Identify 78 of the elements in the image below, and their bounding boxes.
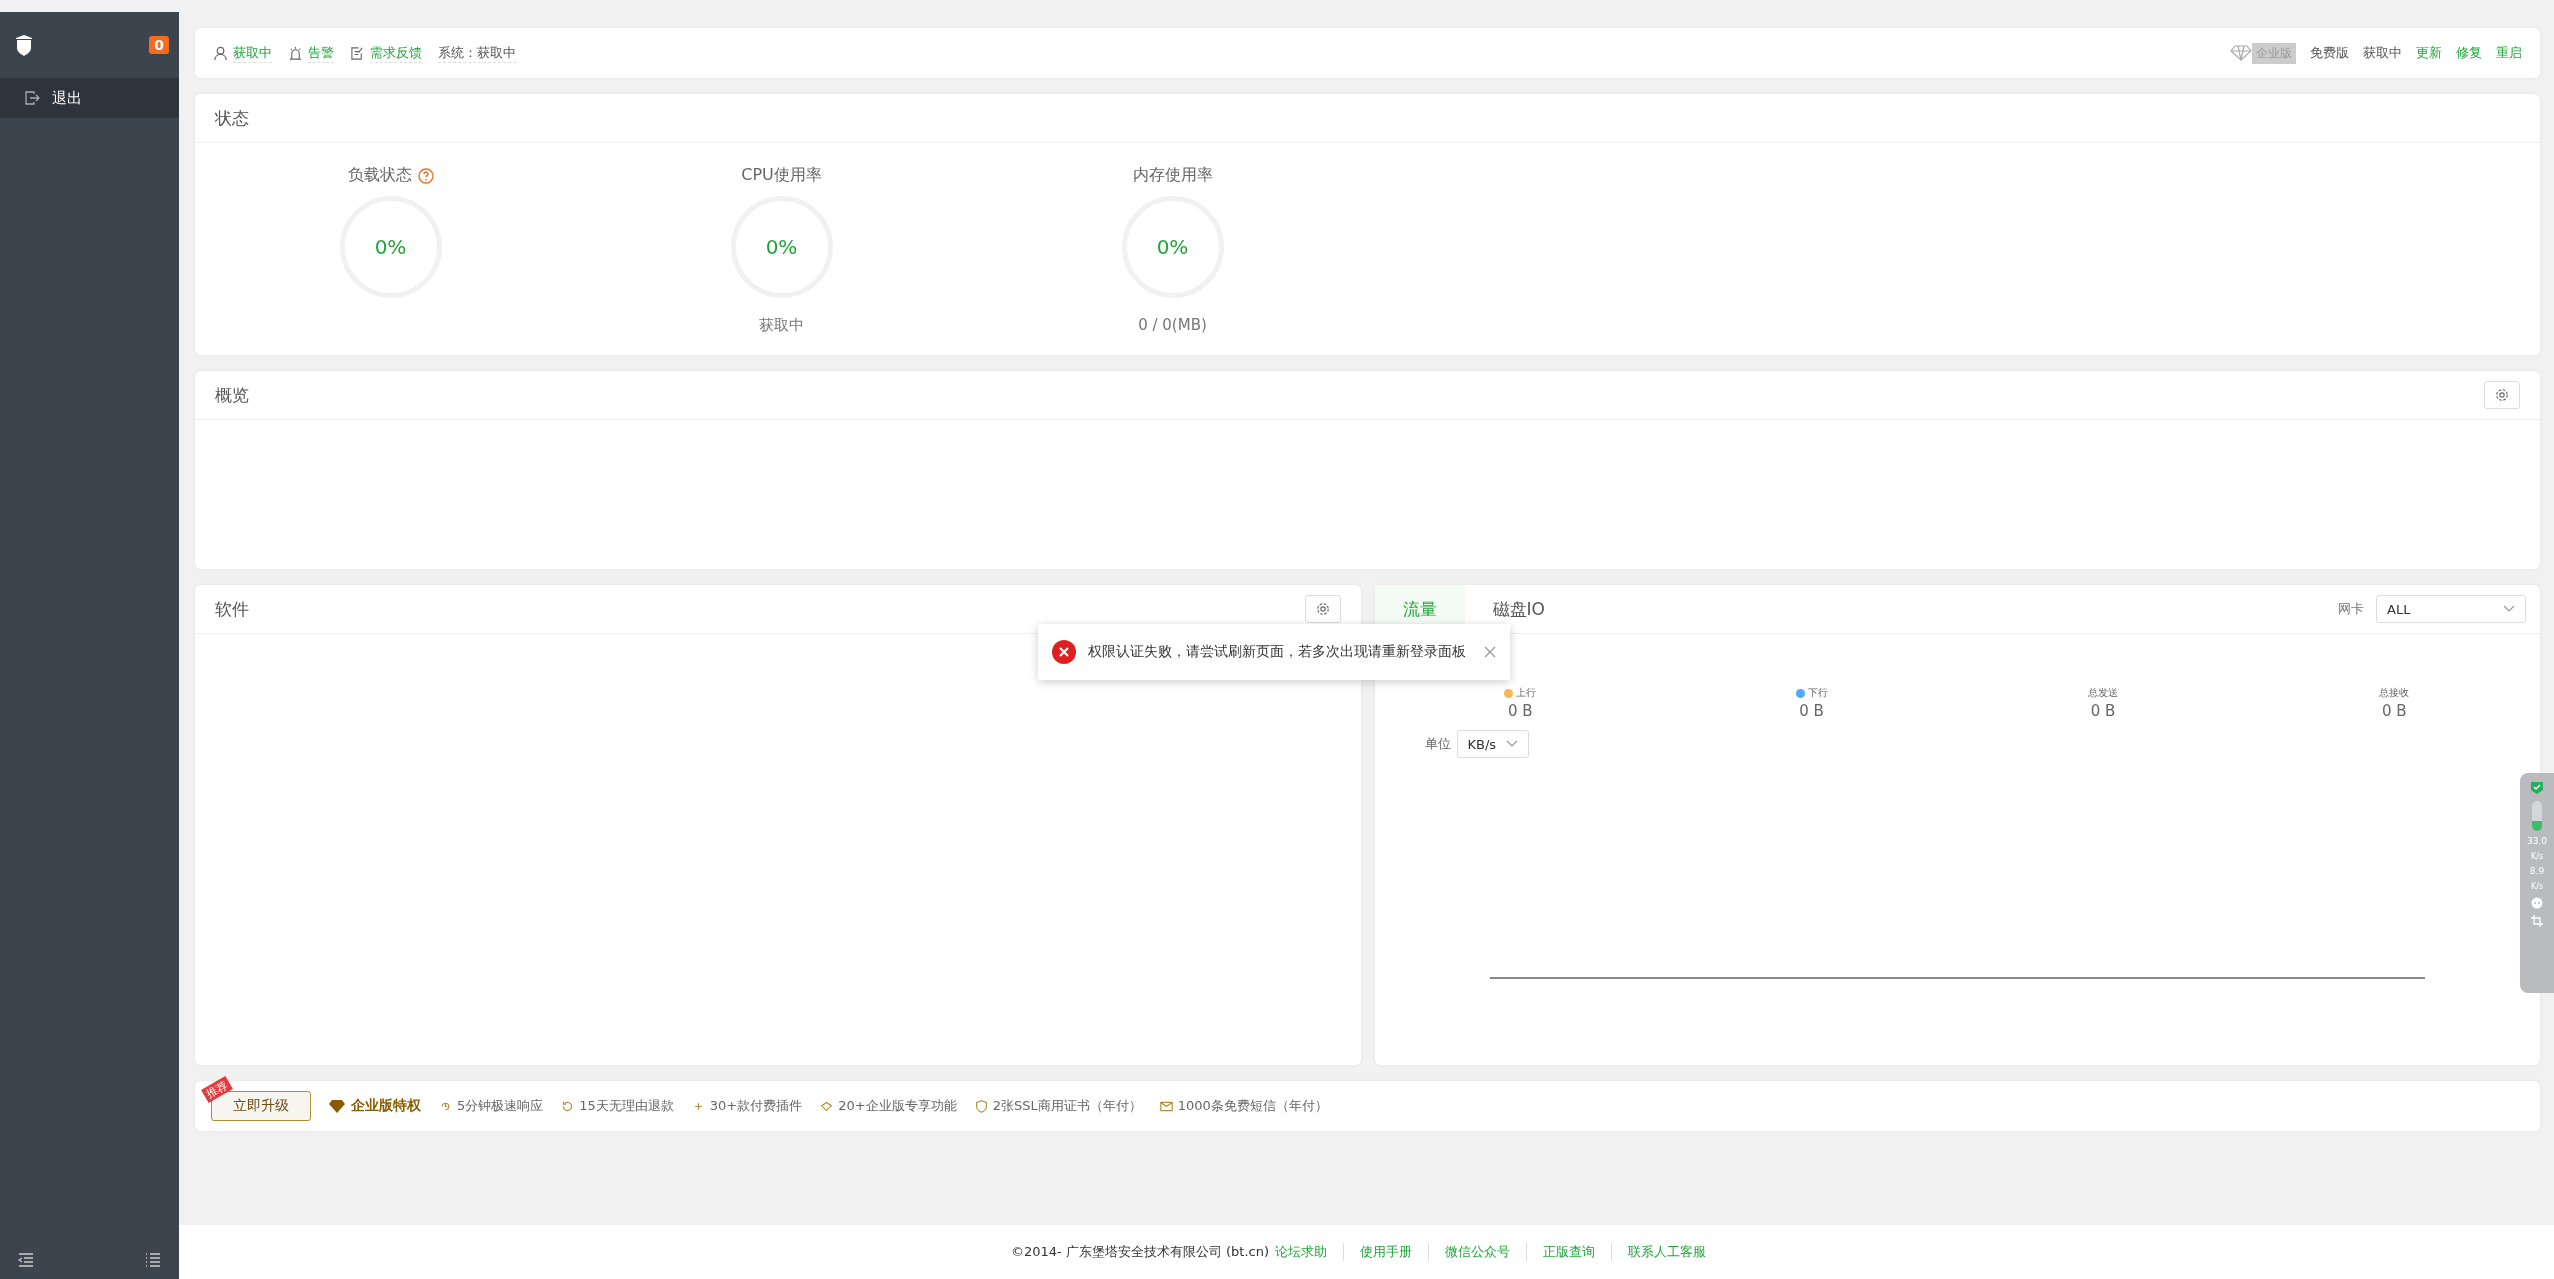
upload-speed: 33.0	[2526, 837, 2547, 846]
toast-message: 权限认证失败，请尝试刷新页面，若多次出现请重新登录面板	[1088, 643, 1466, 661]
gauge-label: CPU使用率	[741, 165, 822, 186]
footer-link[interactable]: 微信公众号	[1428, 1243, 1527, 1261]
diamond-icon	[2230, 45, 2252, 61]
user-icon	[213, 45, 228, 61]
perk-text: 30+款付费插件	[709, 1097, 803, 1115]
stat-value: 0 B	[1507, 702, 1533, 720]
chevron-down-icon	[1505, 740, 1518, 748]
top-link[interactable]: 需求反馈	[370, 43, 422, 63]
nic-select[interactable]: ALL	[2376, 595, 2526, 623]
settings-icon	[2495, 388, 2509, 402]
action-link[interactable]: 更新	[2416, 44, 2442, 62]
gauge-caption: 获取中	[759, 316, 804, 335]
download-unit: K/s	[2530, 882, 2544, 891]
gauge-ring: 0%	[1121, 196, 1224, 298]
card-title: 概览	[215, 383, 249, 407]
refresh-icon	[561, 1099, 575, 1113]
unit-label: 单位	[1424, 735, 1451, 753]
version-label: 免费版	[2310, 44, 2349, 62]
stat-label: 总发送	[2087, 686, 2118, 700]
action-link[interactable]: 修复	[2456, 44, 2482, 62]
privilege-title: 企业版特权	[351, 1097, 421, 1115]
stat-value: 0 B	[2090, 702, 2116, 720]
perk-text: 5分钟极速响应	[457, 1097, 544, 1115]
perk-text: 15天无理由退款	[579, 1097, 674, 1115]
perk-text: 2张SSL商用证书（年付）	[992, 1097, 1142, 1115]
gauge-ring: 0%	[730, 196, 833, 298]
card-title: 软件	[215, 597, 249, 621]
close-icon[interactable]	[1484, 646, 1496, 658]
perk-text: 1000条免费短信（年付）	[1177, 1097, 1328, 1115]
castle-logo-icon[interactable]	[14, 34, 34, 56]
footer-link[interactable]: 正版查询	[1526, 1243, 1612, 1261]
notification-badge[interactable]: 0	[149, 36, 169, 54]
settings-icon	[1315, 602, 1330, 616]
settings-button[interactable]	[1304, 595, 1341, 623]
unit-select[interactable]: KB/s	[1456, 730, 1529, 758]
settings-button[interactable]	[2484, 381, 2520, 409]
crop-icon[interactable]	[2531, 915, 2543, 927]
stat-label: 下行	[1807, 686, 1828, 700]
mail-icon	[1159, 1099, 1173, 1113]
download-speed: 8.9	[2529, 867, 2545, 876]
action-link[interactable]: 重启	[2496, 44, 2522, 62]
footer-link[interactable]: 使用手册	[1343, 1243, 1429, 1261]
perk-text: 20+企业版专享功能	[838, 1097, 957, 1115]
shield-icon	[974, 1099, 988, 1113]
tab[interactable]: 磁盘IO	[1464, 585, 1573, 633]
diamond-icon	[820, 1099, 834, 1113]
stat-label: 上行	[1516, 686, 1537, 700]
gauge-caption: 0 / 0(MB)	[1138, 316, 1207, 334]
upload-unit: K/s	[2530, 852, 2544, 861]
gauge-label: 内存使用率	[1132, 165, 1213, 186]
edit-icon	[350, 45, 365, 61]
card-title: 状态	[215, 106, 249, 130]
shield-check-icon[interactable]	[2530, 781, 2544, 795]
help-icon[interactable]	[417, 167, 434, 184]
nic-label: 网卡	[2338, 600, 2364, 618]
logout-icon	[24, 90, 40, 106]
stat-label: 总接收	[2379, 686, 2410, 700]
stat-value: 0 B	[2382, 702, 2407, 720]
copyright-text: ©2014- 广东堡塔安全技术有限公司 (bt.cn)	[1010, 1243, 1270, 1261]
top-link[interactable]: 告警	[308, 43, 334, 63]
top-link[interactable]: 获取中	[233, 43, 272, 63]
footer-link[interactable]: 联系人工客服	[1611, 1243, 1723, 1261]
collapse-icon[interactable]	[18, 1253, 34, 1267]
chevron-down-icon	[2503, 605, 2515, 613]
status-label: 获取中	[2363, 44, 2402, 62]
alarm-icon	[288, 45, 303, 61]
system-info: 系统：获取中	[438, 43, 516, 63]
error-icon	[1052, 640, 1076, 664]
stat-value: 0 B	[1799, 702, 1824, 720]
diamond-icon	[329, 1099, 345, 1113]
footer-link[interactable]: 论坛求助	[1269, 1243, 1344, 1261]
gauge-ring: 0%	[339, 196, 442, 298]
chat-icon[interactable]	[2531, 897, 2543, 909]
gauge-label: 负载状态	[347, 165, 412, 186]
list-icon[interactable]	[145, 1253, 161, 1267]
sidebar-item[interactable]: 退出	[0, 78, 179, 118]
